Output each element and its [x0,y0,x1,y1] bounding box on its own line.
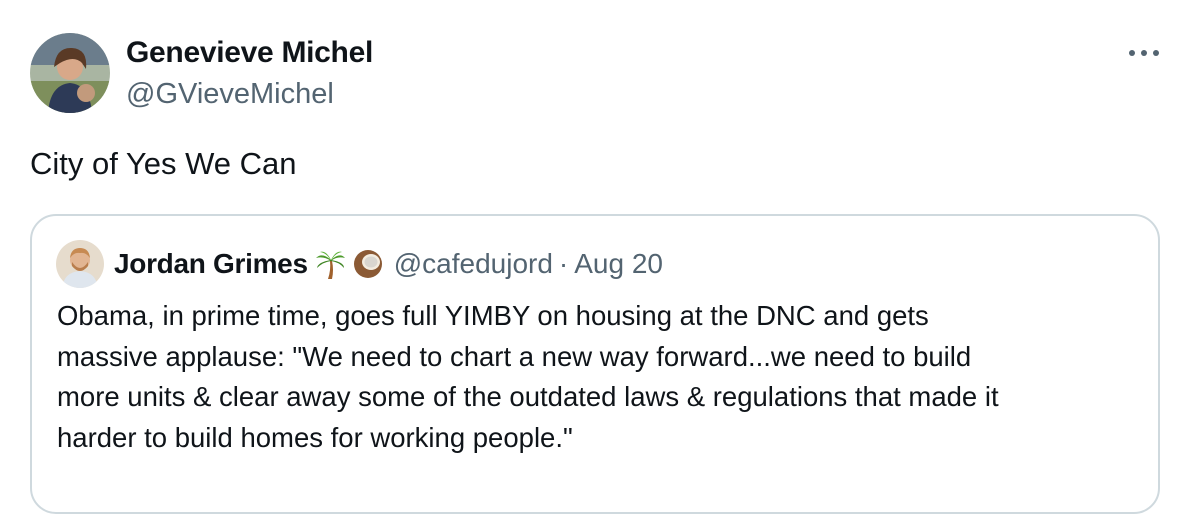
author-name[interactable]: Genevieve Michel [126,36,373,70]
quoted-tweet-date[interactable]: Aug 20 [574,248,663,280]
quoted-author-handle[interactable]: @cafedujord [394,248,553,280]
coconut-icon [352,248,384,280]
quoted-text-line: massive applause: "We need to chart a ne… [57,340,972,372]
author-handle[interactable]: @GVieveMichel [126,78,334,111]
quoted-text-line: Obama, in prime time, goes full YIMBY on… [57,300,929,331]
separator-dot: · [558,248,569,279]
quoted-text-line: harder to build homes for working people… [57,421,573,453]
quoted-tweet-header: Jordan Grimes @cafedujord · Aug 20 [114,246,663,282]
palm-tree-icon [314,248,346,280]
quoted-author-avatar[interactable] [56,240,104,288]
quoted-author-name[interactable]: Jordan Grimes [114,248,308,280]
more-options-icon[interactable] [1124,38,1164,68]
tweet: Genevieve Michel @GVieveMichel City of Y… [0,0,1192,514]
tweet-text: City of Yes We Can [30,146,297,181]
quoted-text-line: more units & clear away some of the outd… [57,381,999,412]
quoted-tweet-text: Obama, in prime time, goes full YIMBY on… [57,296,1137,458]
author-avatar[interactable] [30,33,110,113]
